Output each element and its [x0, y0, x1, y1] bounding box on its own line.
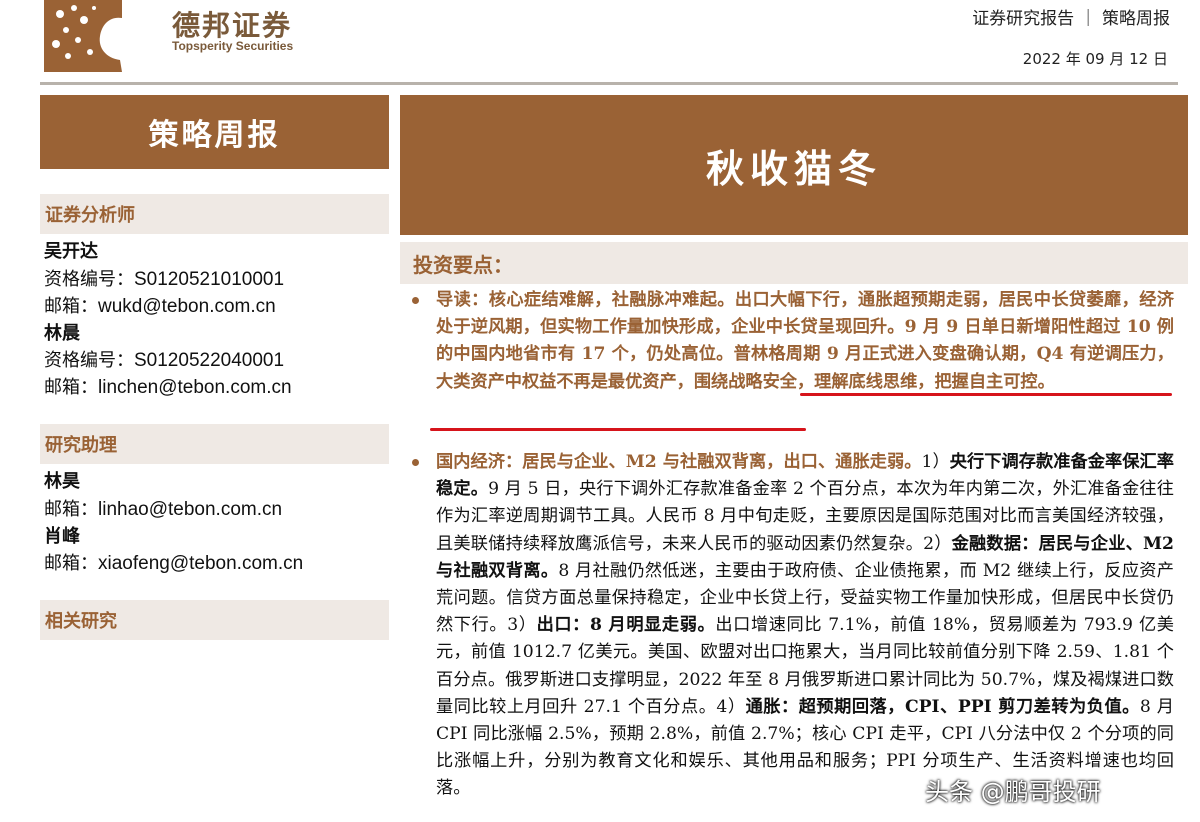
- assistant-name: 林昊: [44, 471, 80, 492]
- email-link[interactable]: linhao@tebon.com.cn: [98, 499, 282, 520]
- brand-name-en: Topsperity Securities: [172, 39, 294, 53]
- assistant-name: 肖峰: [44, 526, 80, 547]
- highlight-underline: [430, 428, 806, 431]
- email-link[interactable]: linchen@tebon.com.cn: [98, 377, 292, 398]
- column-title: 策略周报: [40, 95, 389, 169]
- intro-paragraph: 导读：核心症结难解，社融脉冲难起。出口大幅下行，通胀超预期走弱，居民中长贷萎靡，…: [436, 290, 1174, 392]
- analyst-email: 邮箱：linchen@tebon.com.cn: [44, 377, 292, 398]
- related-research-heading: 相关研究: [40, 600, 389, 640]
- analyst-name: 吴开达: [44, 241, 98, 262]
- brand-name-cn: 德邦证券: [172, 9, 293, 42]
- company-logo: [44, 0, 122, 72]
- email-link[interactable]: xiaofeng@tebon.com.cn: [98, 553, 303, 574]
- email-link[interactable]: wukd@tebon.com.cn: [98, 296, 276, 317]
- key-point: 通胀：超预期回落，CPI、PPI 剪刀差转为负值。: [745, 696, 1140, 717]
- highlights-heading: 投资要点：: [400, 242, 1188, 284]
- header-divider: [40, 82, 1178, 85]
- analyst-cert: 资格编号：S0120521010001: [44, 269, 285, 290]
- assistants-heading: 研究助理: [40, 424, 389, 464]
- analyst-cert: 资格编号：S0120522040001: [44, 350, 285, 371]
- report-type: 证券研究报告 ｜ 策略周报: [972, 9, 1170, 29]
- report-title: 秋收猫冬: [400, 95, 1188, 235]
- report-date: 2022 年 09 月 12 日: [1022, 50, 1168, 68]
- analyst-name: 林晨: [44, 323, 80, 344]
- bullet-icon: [412, 297, 419, 304]
- paragraph-lead: 国内经济：居民与企业、M2 与社融双背离，出口、通胀走弱。: [436, 452, 922, 472]
- domestic-economy-paragraph: 国内经济：居民与企业、M2 与社融双背离，出口、通胀走弱。1）央行下调存款准备金…: [436, 452, 1174, 799]
- key-point: 出口：8 月明显走弱。: [536, 615, 716, 636]
- analysts-heading: 证券分析师: [40, 194, 389, 234]
- analyst-email: 邮箱：wukd@tebon.com.cn: [44, 296, 276, 317]
- watermark: 头条 @鹏哥投研: [925, 778, 1101, 806]
- assistant-email: 邮箱：linhao@tebon.com.cn: [44, 499, 283, 520]
- highlight-underline: [800, 393, 1172, 396]
- bullet-icon: [412, 459, 419, 466]
- assistant-email: 邮箱：xiaofeng@tebon.com.cn: [44, 553, 304, 574]
